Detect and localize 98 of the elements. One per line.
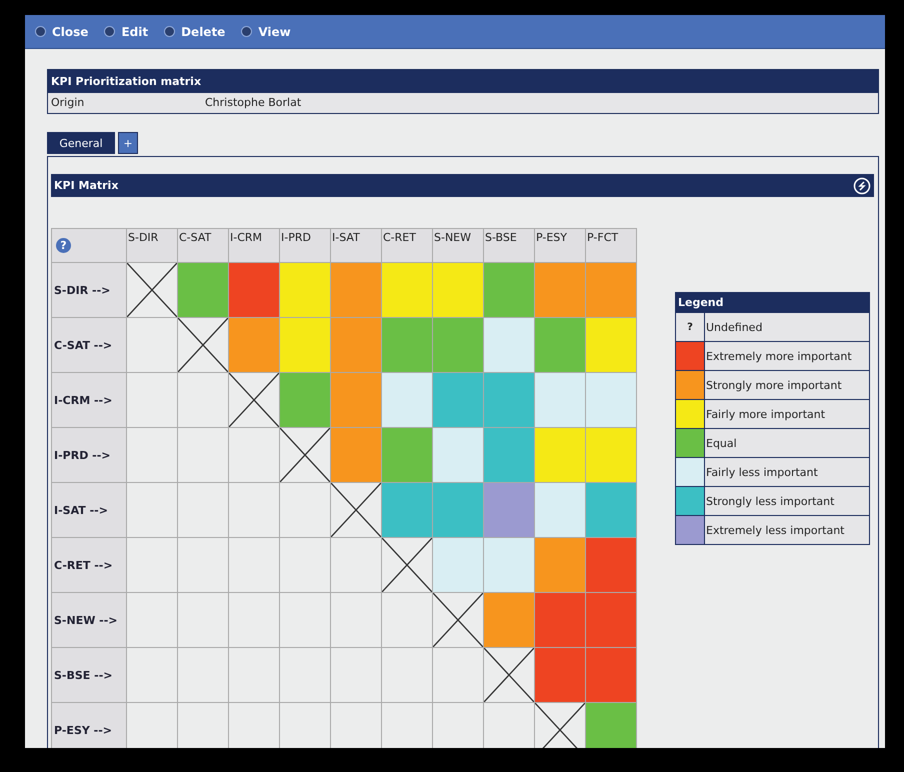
rating-cell[interactable] (535, 373, 585, 427)
rating-cell[interactable] (433, 428, 483, 482)
cross-icon (382, 538, 432, 592)
legend-label: Extremely less important (705, 522, 844, 538)
legend-label: Undefined (705, 320, 762, 336)
rating-cell[interactable] (535, 648, 585, 702)
rating-cell[interactable] (331, 428, 381, 482)
toolbar-button[interactable]: View (241, 24, 291, 38)
rating-cell[interactable] (229, 318, 279, 372)
radio-icon (164, 26, 176, 37)
column-header: C-SAT (178, 228, 228, 262)
rating-cell[interactable] (586, 428, 636, 482)
rating-cell[interactable] (331, 318, 381, 372)
column-header: S-BSE (484, 228, 534, 262)
rating-cell[interactable] (586, 703, 636, 748)
rating-cell[interactable] (586, 483, 636, 537)
rating-cell[interactable] (484, 428, 534, 482)
rating-cell[interactable] (484, 373, 534, 427)
column-header: C-RET (382, 228, 432, 262)
rating-cell[interactable] (229, 263, 279, 317)
rating-cell[interactable] (535, 483, 585, 537)
cross-icon (229, 373, 279, 427)
question-mark: ? (676, 313, 705, 341)
legend-title: Legend (676, 293, 869, 312)
cross-icon (535, 703, 585, 748)
row-header: C-SAT --> (52, 318, 126, 372)
toolbar-button[interactable]: Close (35, 24, 88, 38)
rating-cell[interactable] (382, 483, 432, 537)
cross-icon (178, 318, 228, 372)
rating-cell[interactable] (280, 263, 330, 317)
column-header: I-PRD (280, 228, 330, 262)
matrix-title: KPI Matrix (54, 179, 118, 192)
column-header: P-FCT (586, 228, 636, 262)
tab[interactable]: + (118, 132, 138, 154)
cross-icon (484, 648, 534, 702)
column-header: P-ESY (534, 228, 586, 262)
row-header: P-ESY --> (52, 702, 126, 748)
row-header: I-PRD --> (52, 428, 126, 482)
rating-cell[interactable] (484, 593, 534, 647)
rating-cell[interactable] (586, 648, 636, 702)
rating-cell[interactable] (535, 538, 585, 592)
rating-cell[interactable] (382, 263, 432, 317)
help-icon[interactable]: ? (56, 238, 71, 253)
legend-label: Equal (705, 436, 737, 452)
row-header: S-BSE --> (52, 648, 126, 702)
rating-cell[interactable] (484, 538, 534, 592)
rating-cell[interactable] (535, 263, 585, 317)
radio-icon (241, 26, 252, 37)
toolbar-button[interactable]: Edit (104, 24, 148, 38)
rating-cell[interactable] (433, 483, 483, 537)
rating-cell[interactable] (433, 373, 483, 427)
toolbar-button[interactable]: Delete (164, 24, 226, 38)
row-header: S-NEW --> (52, 592, 126, 648)
rating-cell[interactable] (586, 593, 636, 647)
tab[interactable]: General (47, 132, 115, 154)
rating-cell[interactable] (586, 373, 636, 427)
rating-cell[interactable] (484, 483, 534, 537)
field-value: Christophe Borlat (205, 96, 302, 109)
rating-cell[interactable] (586, 263, 636, 317)
field-label: Origin (51, 96, 86, 109)
rating-cell[interactable] (484, 263, 534, 317)
column-header: S-DIR (126, 228, 178, 262)
rating-cell[interactable] (331, 373, 381, 427)
column-header: I-SAT (330, 228, 382, 262)
cross-icon (331, 483, 381, 537)
rating-cell[interactable] (280, 373, 330, 427)
radio-icon (35, 26, 46, 37)
record-title: KPI Prioritization matrix (48, 70, 878, 93)
rating-cell[interactable] (382, 373, 432, 427)
legend-label: Strongly more important (705, 378, 842, 394)
rating-cell[interactable] (331, 263, 381, 317)
cross-icon (127, 263, 177, 317)
legend-label: Fairly less important (705, 464, 818, 480)
row-header: S-DIR --> (52, 262, 126, 318)
row-header: I-SAT --> (52, 482, 126, 538)
row-header: C-RET --> (52, 538, 126, 592)
cross-icon (433, 593, 483, 647)
rating-cell[interactable] (280, 318, 330, 372)
cross-icon (280, 428, 330, 482)
radio-icon (104, 26, 116, 37)
column-header: I-CRM (228, 228, 280, 262)
legend-label: Fairly more important (705, 406, 826, 422)
rating-cell[interactable] (433, 538, 483, 592)
legend-label: Strongly less important (705, 494, 834, 510)
column-header: S-NEW (432, 228, 484, 262)
row-header: I-CRM --> (52, 372, 126, 428)
rating-cell[interactable] (433, 263, 483, 317)
rating-cell[interactable] (535, 593, 585, 647)
rating-cell[interactable] (586, 318, 636, 372)
rating-cell[interactable] (382, 428, 432, 482)
rating-cell[interactable] (586, 538, 636, 592)
legend-label: Extremely more important (705, 348, 852, 364)
rating-cell[interactable] (178, 263, 228, 317)
rating-cell[interactable] (535, 318, 585, 372)
rating-cell[interactable] (433, 318, 483, 372)
rating-cell[interactable] (484, 318, 534, 372)
rating-cell[interactable] (535, 428, 585, 482)
rating-cell[interactable] (382, 318, 432, 372)
